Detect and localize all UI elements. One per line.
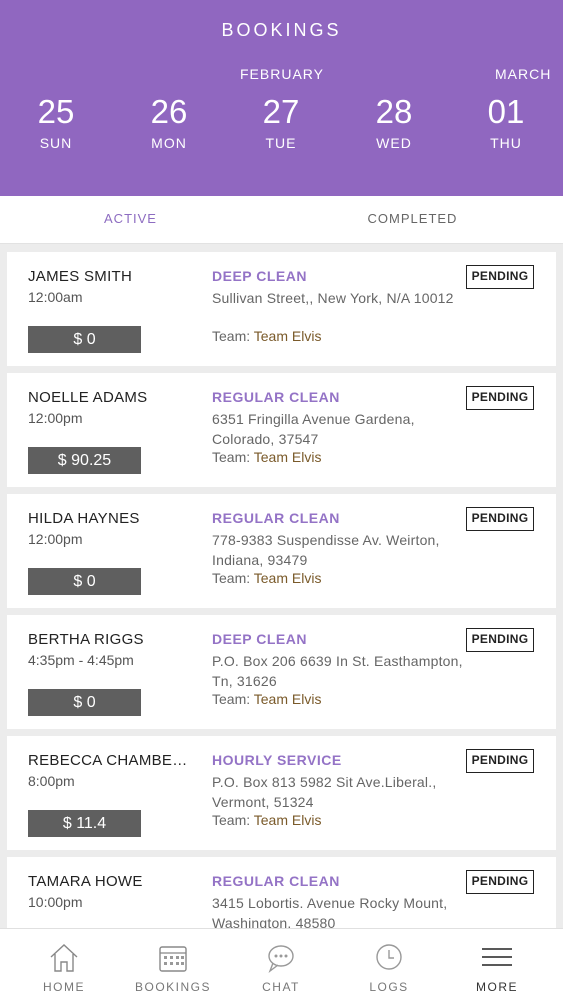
service-type: HOURLY SERVICE bbox=[212, 752, 342, 768]
booking-card[interactable]: REBECCA CHAMBERS 8:00pm $ 11.4 HOURLY SE… bbox=[7, 736, 556, 850]
booking-time: 10:00pm bbox=[28, 894, 83, 910]
date-number: 25 bbox=[37, 93, 75, 130]
status-badge: PENDING bbox=[466, 386, 534, 410]
date-number: 01 bbox=[487, 93, 525, 130]
nav-label-chat: CHAT bbox=[262, 980, 300, 994]
nav-logs[interactable]: LOGS bbox=[333, 929, 445, 1000]
tab-active[interactable]: ACTIVE bbox=[0, 196, 281, 244]
nav-label-bookings: BOOKINGS bbox=[134, 980, 211, 994]
date-number: 27 bbox=[262, 93, 300, 130]
service-type: DEEP CLEAN bbox=[212, 631, 307, 647]
team-line: Team: Team Elvis bbox=[212, 449, 321, 465]
nav-label-logs: LOGS bbox=[369, 980, 409, 994]
booking-address: P.O. Box 206 6639 In St. Easthampton, Tn… bbox=[212, 653, 463, 689]
team-label: Team: bbox=[212, 570, 254, 586]
clock-icon bbox=[376, 944, 402, 970]
booking-time: 4:35pm - 4:45pm bbox=[28, 652, 134, 668]
date-item-01[interactable]: 01 THU bbox=[466, 93, 546, 151]
booking-address: Sullivan Street,, New York, N/A 10012 bbox=[212, 290, 454, 306]
service-type: REGULAR CLEAN bbox=[212, 510, 340, 526]
nav-more[interactable]: MORE bbox=[441, 929, 553, 1000]
booking-card[interactable]: JAMES SMITH 12:00am $ 0 DEEP CLEAN Sulli… bbox=[7, 252, 556, 366]
nav-bookings[interactable]: BOOKINGS bbox=[117, 929, 229, 1000]
booking-tabs: ACTIVE COMPLETED bbox=[0, 196, 563, 244]
date-weekday: WED bbox=[376, 135, 412, 151]
booking-price: $ 0 bbox=[28, 326, 141, 353]
nav-label-home: HOME bbox=[43, 980, 85, 994]
nav-chat[interactable]: CHAT bbox=[225, 929, 337, 1000]
date-weekday: SUN bbox=[39, 135, 73, 151]
customer-name: BERTHA RIGGS bbox=[28, 631, 144, 648]
team-name: Team Elvis bbox=[253, 691, 322, 707]
date-weekday: MON bbox=[151, 135, 187, 151]
team-line: Team: Team Elvis bbox=[212, 691, 321, 707]
booking-card[interactable]: HILDA HAYNES 12:00pm $ 0 REGULAR CLEAN 7… bbox=[7, 494, 556, 608]
team-label: Team: bbox=[212, 691, 254, 707]
booking-price: $ 90.25 bbox=[28, 447, 141, 474]
team-line: Team: Team Elvis bbox=[212, 328, 321, 344]
home-icon bbox=[50, 944, 78, 972]
nav-home[interactable]: HOME bbox=[8, 929, 120, 1000]
team-name: Team Elvis bbox=[253, 570, 322, 586]
status-badge: PENDING bbox=[466, 265, 534, 289]
month-label-february: FEBRUARY bbox=[240, 66, 324, 82]
month-label-march: MARCH bbox=[495, 66, 552, 82]
booking-price: $ 0 bbox=[28, 689, 141, 716]
nav-label-more: MORE bbox=[476, 980, 518, 994]
date-item-27[interactable]: 27 TUE bbox=[241, 93, 321, 151]
booking-address: 3415 Lobortis. Avenue Rocky Mount, Washi… bbox=[212, 895, 448, 931]
customer-name: HILDA HAYNES bbox=[28, 510, 140, 527]
date-weekday: THU bbox=[490, 135, 522, 151]
status-badge: PENDING bbox=[466, 870, 534, 894]
booking-time: 12:00am bbox=[28, 289, 83, 305]
booking-price: $ 0 bbox=[28, 568, 141, 595]
booking-time: 12:00pm bbox=[28, 410, 83, 426]
booking-address: P.O. Box 813 5982 Sit Ave.Liberal., Verm… bbox=[212, 774, 437, 810]
service-type: REGULAR CLEAN bbox=[212, 389, 340, 405]
customer-name: NOELLE ADAMS bbox=[28, 389, 148, 406]
team-line: Team: Team Elvis bbox=[212, 812, 321, 828]
calendar-icon bbox=[159, 946, 187, 972]
status-badge: PENDING bbox=[466, 628, 534, 652]
booking-price: $ 11.4 bbox=[28, 810, 141, 837]
date-item-26[interactable]: 26 MON bbox=[129, 93, 209, 151]
booking-card[interactable]: BERTHA RIGGS 4:35pm - 4:45pm $ 0 DEEP CL… bbox=[7, 615, 556, 729]
booking-address: 6351 Fringilla Avenue Gardena, Colorado,… bbox=[212, 411, 415, 447]
team-name: Team Elvis bbox=[253, 328, 322, 344]
team-label: Team: bbox=[212, 328, 254, 344]
tab-completed[interactable]: COMPLETED bbox=[272, 196, 553, 244]
status-badge: PENDING bbox=[466, 507, 534, 531]
service-type: DEEP CLEAN bbox=[212, 268, 307, 284]
chat-icon bbox=[268, 945, 294, 973]
team-label: Team: bbox=[212, 812, 254, 828]
booking-address: 778-9383 Suspendisse Av. Weirton, Indian… bbox=[212, 532, 440, 568]
status-badge: PENDING bbox=[466, 749, 534, 773]
customer-name: TAMARA HOWE bbox=[28, 873, 143, 890]
bookings-header: BOOKINGS FEBRUARY MARCH 25 SUN 26 MON 27… bbox=[0, 0, 563, 196]
booking-card[interactable]: NOELLE ADAMS 12:00pm $ 90.25 REGULAR CLE… bbox=[7, 373, 556, 487]
menu-icon bbox=[482, 948, 512, 966]
booking-time: 8:00pm bbox=[28, 773, 75, 789]
customer-name: REBECCA CHAMBERS bbox=[28, 752, 193, 769]
booking-time: 12:00pm bbox=[28, 531, 83, 547]
bottom-navigation: HOME BOOKINGS CHAT LOGS MORE bbox=[0, 928, 563, 1000]
team-name: Team Elvis bbox=[253, 449, 322, 465]
date-weekday: TUE bbox=[265, 135, 297, 151]
date-item-28[interactable]: 28 WED bbox=[354, 93, 434, 151]
service-type: REGULAR CLEAN bbox=[212, 873, 340, 889]
team-label: Team: bbox=[212, 449, 254, 465]
date-number: 28 bbox=[375, 93, 413, 130]
customer-name: JAMES SMITH bbox=[28, 268, 133, 285]
team-line: Team: Team Elvis bbox=[212, 570, 321, 586]
date-item-25[interactable]: 25 SUN bbox=[16, 93, 96, 151]
date-number: 26 bbox=[150, 93, 188, 130]
team-name: Team Elvis bbox=[253, 812, 322, 828]
page-title: BOOKINGS bbox=[221, 20, 342, 40]
